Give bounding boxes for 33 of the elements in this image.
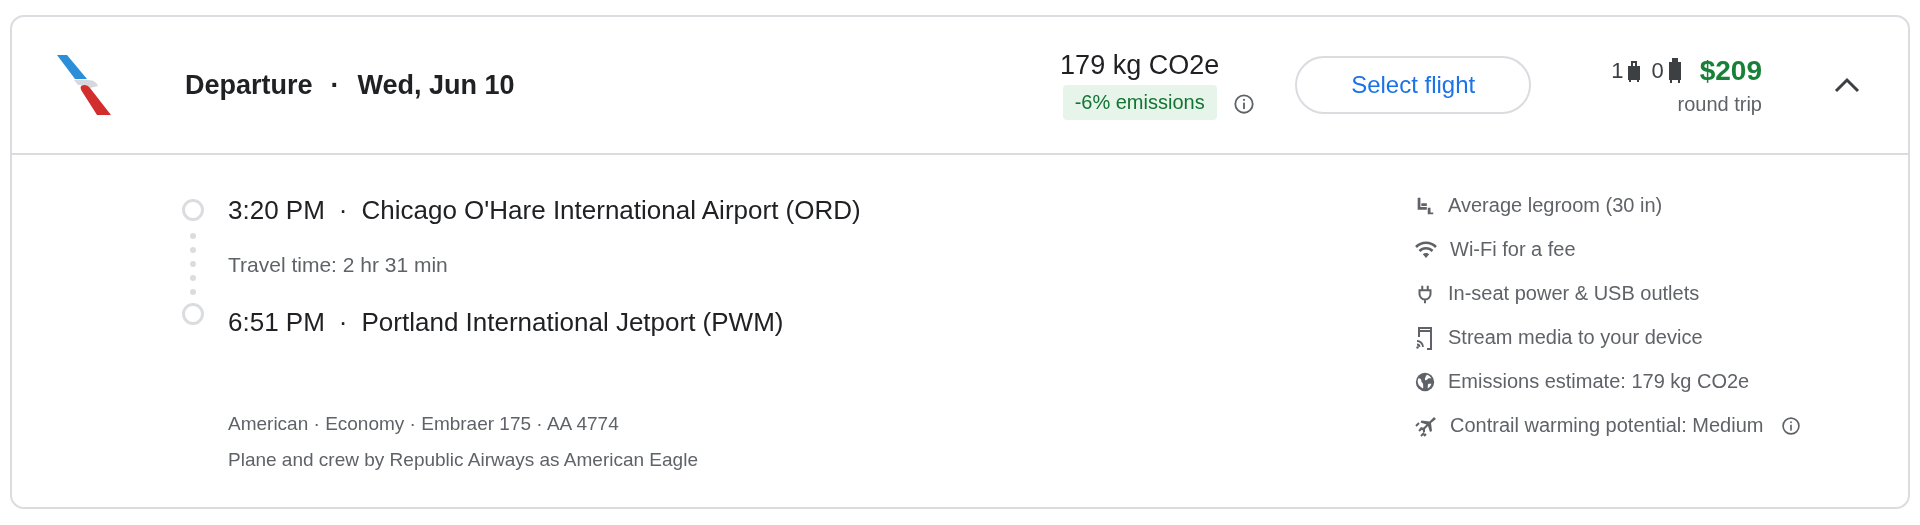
info-icon[interactable] [1233, 93, 1256, 115]
amenity-label: In-seat power & USB outlets [1448, 282, 1700, 305]
suitcase-icon [1667, 57, 1682, 84]
collapse-chevron-icon[interactable] [1834, 77, 1860, 93]
amenity-label: Contrail warming potential: Medium [1450, 414, 1764, 437]
flight-direction: Departure [185, 69, 313, 101]
emissions-amount: 179 kg CO2e [1060, 50, 1220, 81]
separator: · [338, 306, 348, 339]
separator: · [338, 194, 348, 227]
flight-date: Wed, Jun 10 [357, 69, 515, 101]
separator: · [330, 69, 340, 101]
carry-on-count: 1 [1611, 57, 1624, 84]
price: $209 [1699, 54, 1762, 87]
globe-icon [1414, 370, 1436, 393]
departure-time: 3:20 PM [228, 194, 325, 227]
departure-airport: Chicago O'Hare International Airport (ORD) [361, 194, 861, 227]
select-flight-button[interactable]: Select flight [1295, 56, 1532, 114]
info-icon[interactable] [1781, 415, 1802, 436]
travel-time: Travel time: 2 hr 31 min [228, 253, 449, 277]
amenity-label: Stream media to your device [1448, 326, 1703, 349]
amenity-label: Average legroom (30 in) [1448, 194, 1663, 217]
price-note: round trip [1677, 92, 1762, 116]
checked-bag-count: 0 [1651, 57, 1664, 84]
amenity-label: Wi-Fi for a fee [1450, 238, 1576, 261]
arrival-airport: Portland International Jetport (PWM) [361, 306, 784, 339]
timeline-stop [182, 303, 204, 325]
amenity-label: Emissions estimate: 179 kg CO2e [1448, 370, 1750, 393]
emissions-badge: -6% emissions [1062, 85, 1217, 120]
timeline-stop [182, 199, 204, 221]
carry-on-bag-icon [1627, 58, 1642, 83]
operator-note: Plane and crew by Republic Airways as American Eagle [228, 449, 699, 471]
flight-details: American · Economy · Embraer 175 · AA 4774 [228, 413, 620, 435]
arrival-time: 6:51 PM [228, 306, 325, 339]
